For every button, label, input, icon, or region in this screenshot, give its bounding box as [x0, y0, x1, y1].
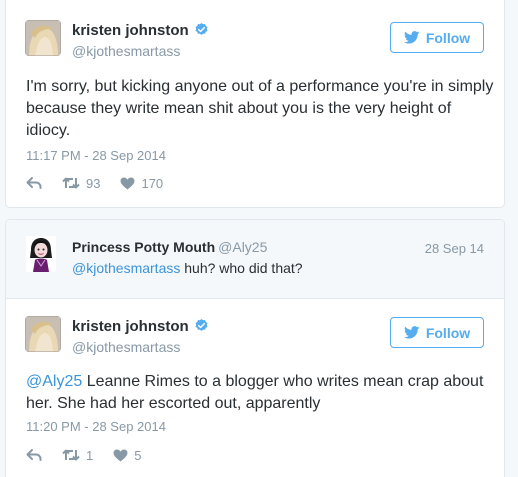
reply-arrow-icon: [26, 177, 42, 189]
tweet-mention-link[interactable]: @Aly25: [26, 373, 82, 390]
retweet-icon: [62, 449, 80, 461]
heart-icon: [113, 448, 128, 462]
tweet-actions: 1 5: [26, 446, 161, 464]
reply-author-name-text: Princess Potty Mouth: [72, 239, 216, 255]
tweet-text: @Aly25 Leanne Rimes to a blogger who wri…: [26, 371, 496, 415]
reply-author-name[interactable]: Princess Potty Mouth @Aly25: [72, 239, 267, 255]
reply-avatar[interactable]: [26, 236, 56, 272]
author-name[interactable]: kristen johnston: [72, 22, 209, 39]
follow-label: Follow: [425, 29, 471, 46]
reply-text-body: huh? who did that?: [180, 260, 303, 276]
reply-context[interactable]: Princess Potty Mouth @Aly25 28 Sep 14 @kj…: [6, 220, 504, 299]
author-handle[interactable]: @kjothesmartass: [72, 339, 180, 355]
heart-icon: [121, 176, 135, 190]
twitter-bird-icon: [403, 326, 420, 339]
tweet-timestamp[interactable]: 11:17 PM - 28 Sep 2014: [26, 148, 166, 163]
reply-button[interactable]: [26, 448, 42, 462]
reply-text: @kjothesmartass huh? who did that?: [72, 260, 303, 276]
verified-badge-icon: [194, 22, 209, 37]
avatar[interactable]: [25, 20, 61, 56]
like-button[interactable]: 5: [113, 448, 141, 463]
author-name-text: kristen johnston: [72, 22, 189, 39]
retweet-button[interactable]: 1: [62, 448, 93, 463]
tweet-card-2: Princess Potty Mouth @Aly25 28 Sep 14 @kj…: [5, 219, 505, 477]
follow-label: Follow: [425, 324, 471, 341]
tweet-text-body: Leanne Rimes to a blogger who writes mea…: [26, 373, 484, 412]
avatar-photo: [25, 20, 61, 56]
like-count: 170: [141, 175, 164, 191]
reply-mention-link[interactable]: @kjothesmartass: [72, 260, 180, 276]
author-name[interactable]: kristen johnston: [72, 318, 209, 335]
verified-badge-icon: [194, 318, 209, 333]
follow-button[interactable]: Follow: [390, 317, 484, 348]
author-handle[interactable]: @kjothesmartass: [72, 43, 180, 59]
reply-author-handle: @Aly25: [218, 239, 268, 255]
avatar-photo: [25, 316, 61, 352]
reply-avatar-photo: [26, 236, 56, 272]
retweet-count: 93: [86, 175, 101, 191]
like-count: 5: [134, 447, 142, 463]
tweet-timestamp[interactable]: 11:20 PM - 28 Sep 2014: [26, 419, 166, 434]
like-button[interactable]: 170: [120, 176, 163, 191]
reply-date[interactable]: 28 Sep 14: [425, 241, 484, 256]
retweet-icon: [62, 177, 80, 189]
reply-button[interactable]: [26, 176, 42, 190]
tweet-card-1: kristen johnston @kjothesmartass Follow …: [5, 0, 505, 208]
retweet-button[interactable]: 93: [62, 176, 100, 191]
tweet-text: I'm sorry, but kicking anyone out of a p…: [26, 78, 494, 139]
retweet-count: 1: [86, 447, 94, 463]
author-name-text: kristen johnston: [72, 318, 189, 335]
avatar[interactable]: [25, 316, 61, 352]
tweet-actions: 93 170: [26, 174, 183, 192]
reply-arrow-icon: [26, 449, 42, 461]
twitter-bird-icon: [403, 31, 420, 44]
follow-button[interactable]: Follow: [390, 22, 484, 53]
